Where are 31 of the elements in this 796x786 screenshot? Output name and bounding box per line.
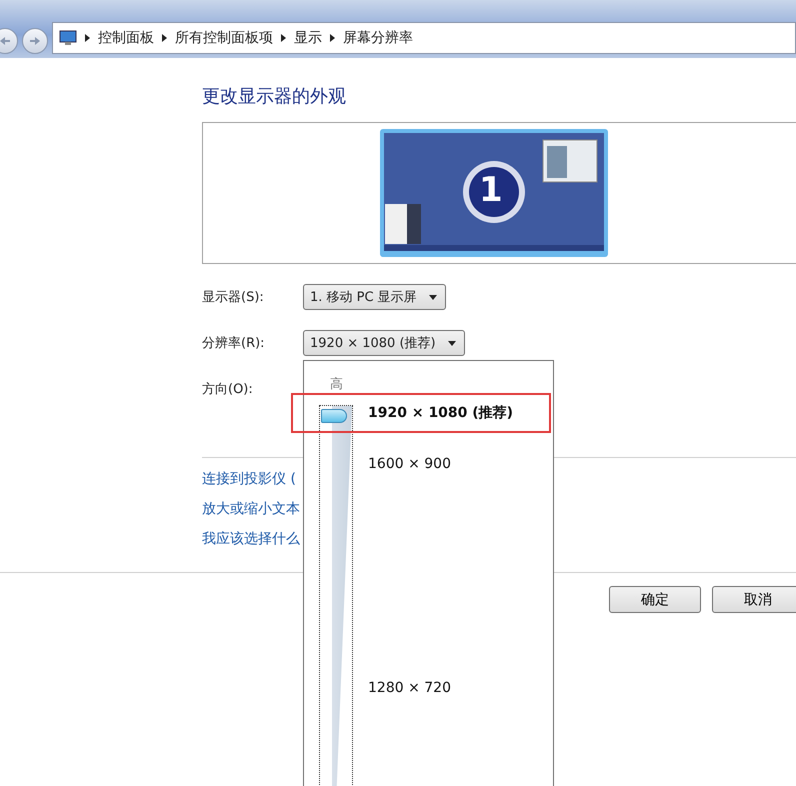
chevron-icon — [85, 34, 90, 42]
breadcrumb-item[interactable]: 所有控制面板项 — [175, 29, 273, 47]
slider-top-label: 高 — [330, 376, 343, 393]
cancel-button[interactable]: 取消 — [712, 586, 796, 613]
forward-button[interactable] — [22, 28, 48, 54]
chevron-icon — [281, 34, 286, 42]
link[interactable]: 放大或缩小文本 — [202, 500, 796, 518]
slider-thumb[interactable] — [321, 409, 347, 423]
field-label: 分辨率(R): — [202, 335, 266, 352]
arrow-left-icon — [0, 37, 10, 45]
caret-icon — [428, 294, 437, 300]
breadcrumb-item[interactable]: 控制面板 — [98, 29, 154, 47]
resolution-option[interactable]: 1280 × 720 — [355, 668, 545, 708]
resolution-option[interactable]: 1920 × 1080 (推荐) — [291, 393, 551, 433]
monitor-number: 1 — [479, 170, 503, 210]
field-label: 显示器(S): — [202, 289, 265, 306]
dropdown[interactable]: 1. 移动 PC 显示屏 — [303, 284, 446, 310]
arrow-right-icon — [30, 37, 40, 45]
monitor-icon — [59, 30, 77, 46]
resolution-slider[interactable] — [319, 405, 353, 786]
page-title: 更改显示器的外观 — [202, 85, 347, 108]
ok-button[interactable]: 确定 — [609, 586, 701, 613]
breadcrumb-item[interactable]: 显示 — [294, 29, 322, 47]
address-bar[interactable]: 控制面板 所有控制面板项 显示 屏幕分辨率 — [52, 22, 796, 54]
breadcrumb-item[interactable]: 屏幕分辨率 — [343, 29, 413, 47]
field-label: 方向(O): — [202, 381, 254, 398]
chevron-icon — [330, 34, 335, 42]
link[interactable]: 我应该选择什么 — [202, 530, 796, 548]
caret-icon — [448, 340, 456, 346]
chevron-icon — [162, 34, 167, 42]
dropdown[interactable]: 1920 × 1080 (推荐) — [303, 330, 465, 356]
